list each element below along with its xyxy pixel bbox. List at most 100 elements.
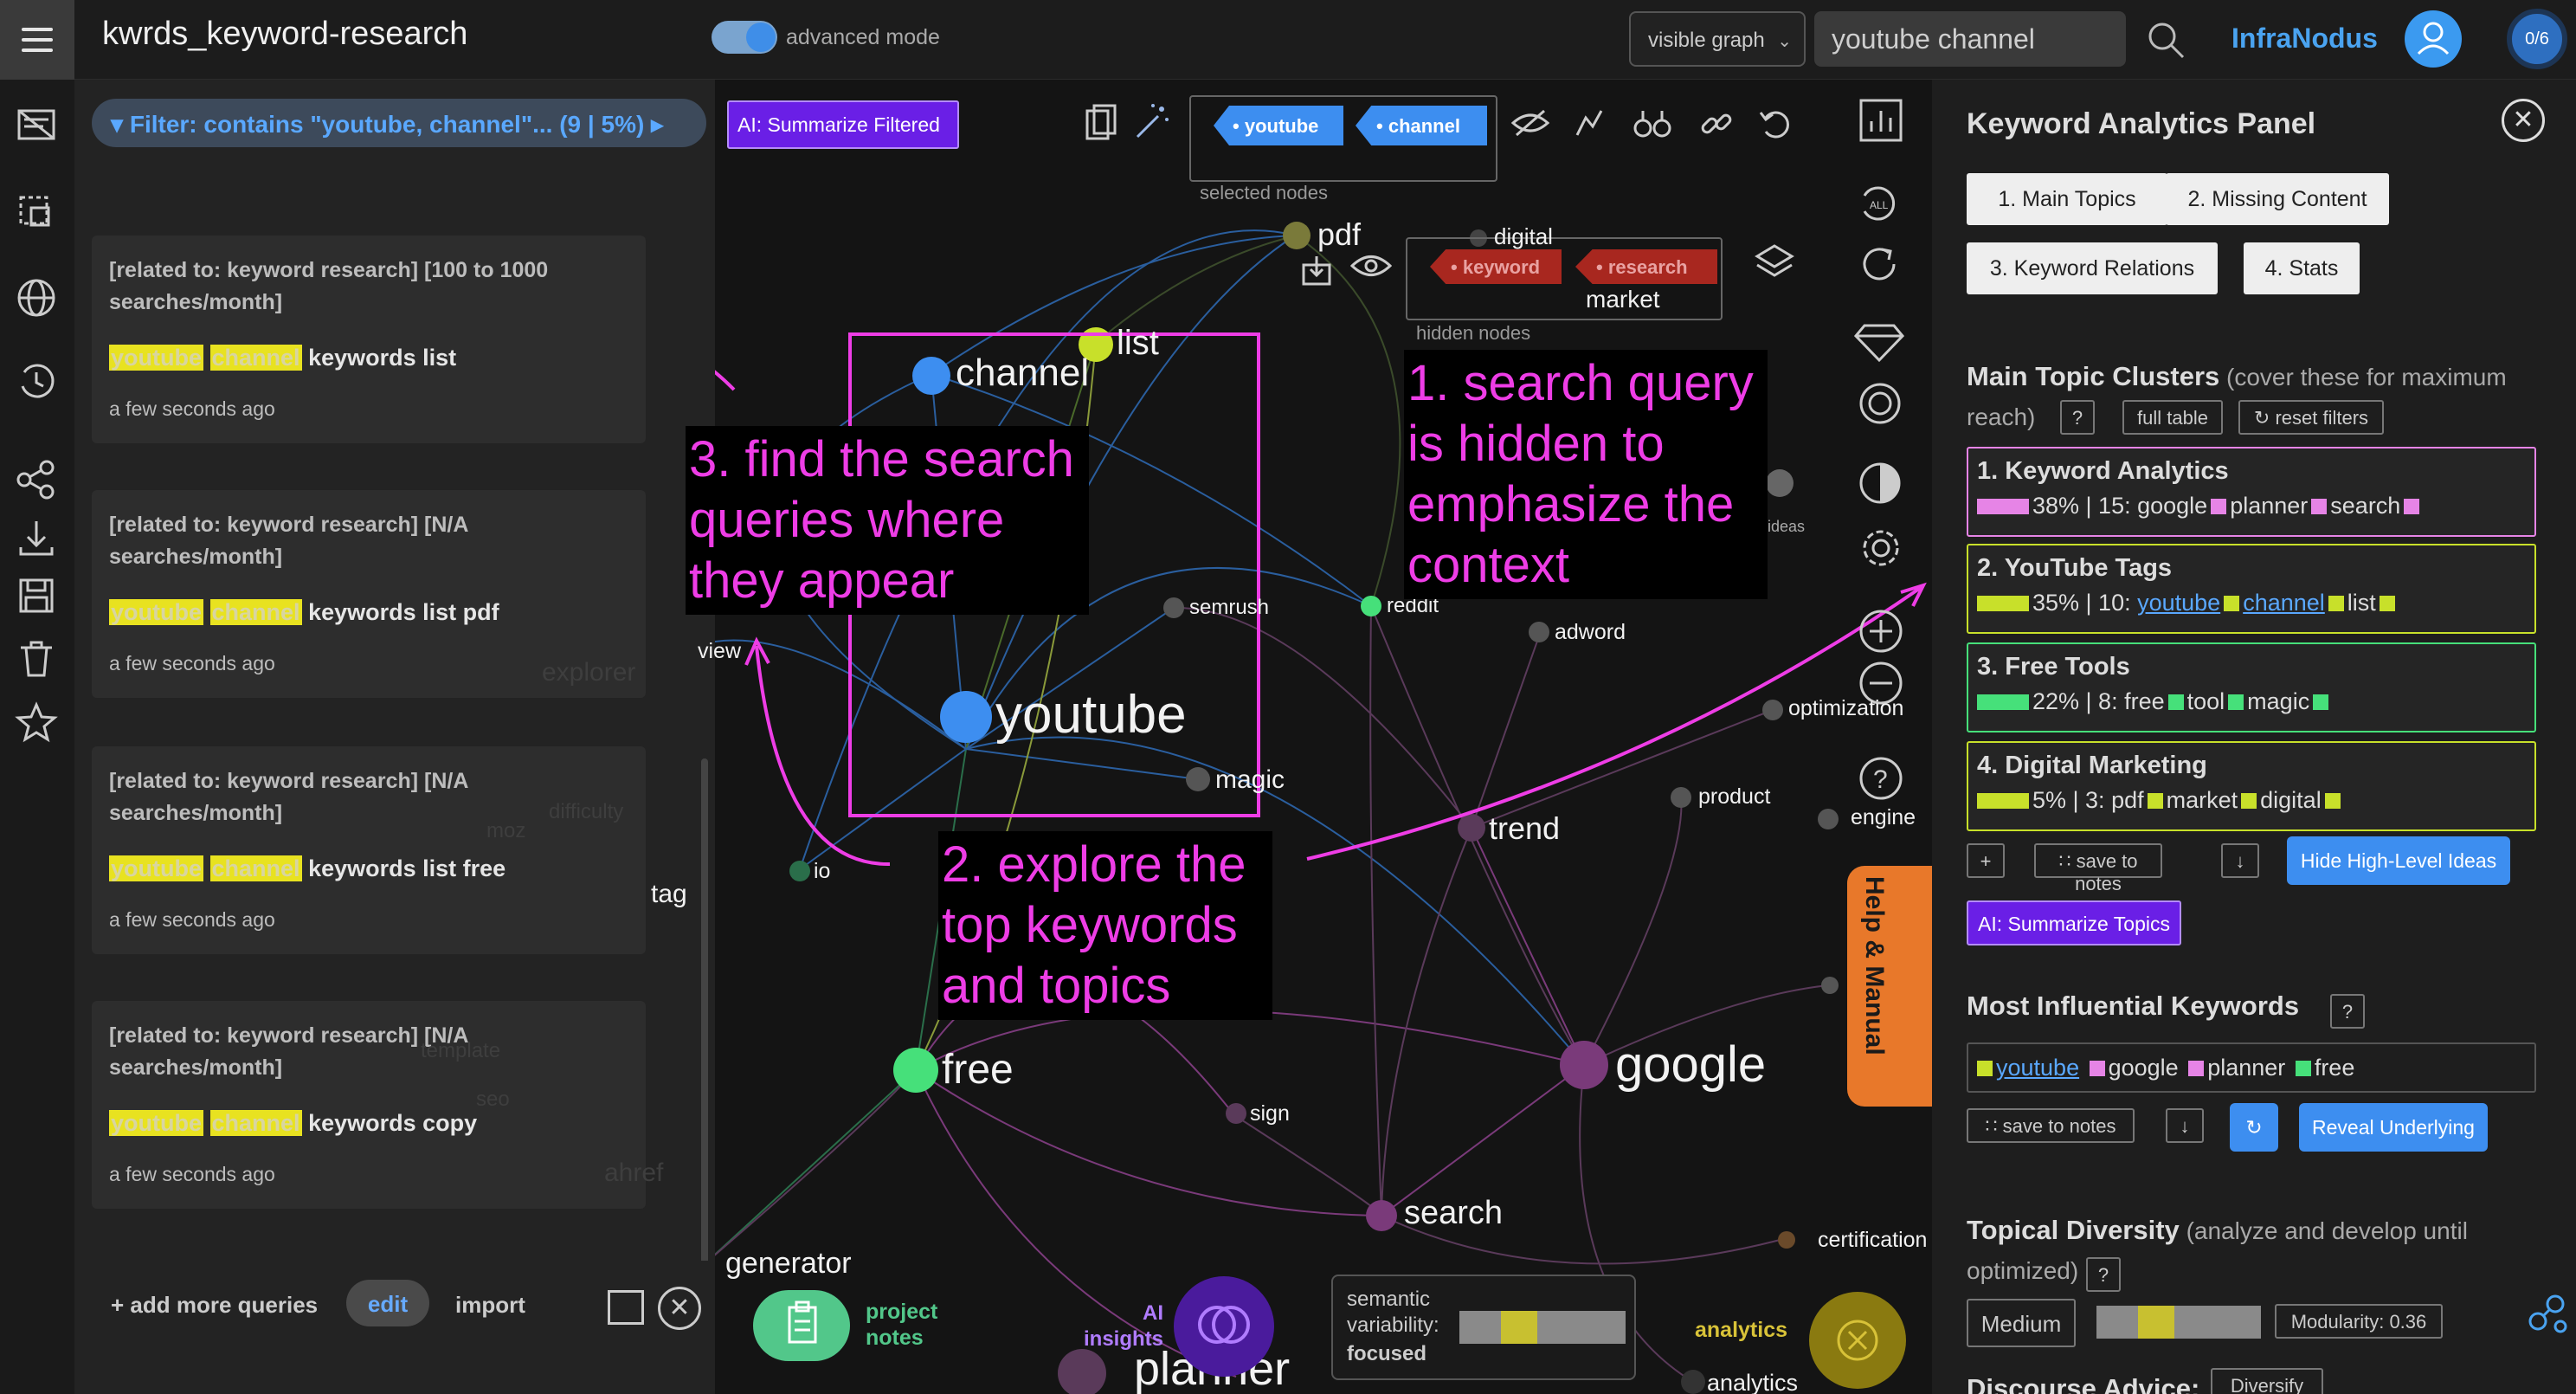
query-card[interactable]: [related to: keyword research] [100 to 1… [92, 236, 646, 443]
advanced-mode-toggle[interactable] [712, 21, 777, 54]
node-engine[interactable]: engine [1851, 805, 1916, 830]
cluster-free-tools[interactable]: 3. Free Tools 22% | 8: free tool magic [1967, 642, 2536, 732]
ai-insights-button[interactable] [1174, 1276, 1274, 1377]
cluster-youtube-tags[interactable]: 2. YouTube Tags 35% | 10: youtube channel… [1967, 544, 2536, 634]
node-search[interactable]: search [1404, 1195, 1503, 1232]
help-icon[interactable]: ? [1858, 755, 1904, 802]
node-tag[interactable]: tag [651, 880, 687, 909]
contrast-icon[interactable] [1858, 461, 1903, 506]
download-icon[interactable] [12, 514, 61, 563]
add-more-queries-button[interactable]: + add more queries [111, 1292, 318, 1319]
node-trend[interactable]: trend [1489, 810, 1560, 847]
node-list[interactable]: list [1117, 324, 1159, 363]
node-market[interactable]: market [1586, 286, 1660, 313]
cluster-digital-marketing[interactable]: 4. Digital Marketing 5% | 3: pdf market di… [1967, 741, 2536, 831]
node-adword[interactable]: adword [1555, 620, 1626, 645]
project-notes-label[interactable]: project notes [866, 1299, 961, 1351]
brand-logo[interactable]: InfraNodus [2231, 23, 2378, 55]
influential-keyword[interactable]: google [2109, 1055, 2179, 1081]
zoom-in-icon[interactable] [1858, 608, 1904, 655]
node-channel[interactable]: channel [956, 352, 1089, 395]
node-free[interactable]: free [942, 1046, 1014, 1094]
node-view[interactable]: view [698, 639, 741, 664]
undo-icon[interactable] [1757, 106, 1795, 142]
help-button[interactable]: ? [2330, 994, 2365, 1029]
path-icon[interactable] [1574, 106, 1605, 140]
share-icon[interactable] [12, 455, 61, 504]
query-card[interactable]: [related to: keyword research] [N/A sear… [92, 1001, 646, 1209]
network-icon[interactable] [2522, 1288, 2571, 1337]
node-ahref[interactable]: ahref [604, 1158, 663, 1188]
user-avatar[interactable] [2405, 10, 2462, 68]
diamond-icon[interactable] [1854, 322, 1904, 364]
save-keywords-to-notes-button[interactable]: ∷ save to notes [1967, 1108, 2135, 1143]
search-icon[interactable] [2145, 19, 2188, 62]
reveal-underlying-button[interactable]: Reveal Underlying [2299, 1103, 2488, 1152]
add-topic-button[interactable]: + [1967, 843, 2005, 878]
ai-insights-label[interactable]: AI insights [1077, 1300, 1163, 1352]
edit-button[interactable]: edit [346, 1280, 429, 1326]
ai-summarize-topics-button[interactable]: AI: Summarize Topics [1967, 900, 2181, 945]
node-analytics-label[interactable]: analytics [1695, 1318, 1787, 1343]
reset-filters-button[interactable]: ↻ reset filters [2238, 400, 2384, 435]
query-card[interactable]: [related to: keyword research] [N/A sear… [92, 746, 646, 954]
node-optimization[interactable]: optimization [1788, 696, 1903, 721]
link-icon[interactable] [1698, 106, 1735, 142]
import-button[interactable]: import [455, 1292, 525, 1319]
node-io[interactable]: io [814, 859, 830, 884]
chart-icon[interactable] [1858, 97, 1904, 144]
settings-gear-icon[interactable] [1858, 525, 1904, 571]
influential-keyword[interactable]: youtube [1996, 1055, 2079, 1081]
binoculars-icon[interactable] [1633, 106, 1672, 140]
target-icon[interactable] [1858, 381, 1903, 426]
query-list-scrollbar[interactable] [701, 758, 708, 1269]
menu-icon[interactable] [0, 0, 74, 80]
node-moz[interactable]: moz [486, 819, 525, 843]
notifications-badge[interactable]: 0/6 [2507, 9, 2567, 69]
node-pdf[interactable]: pdf [1317, 216, 1361, 253]
star-icon[interactable] [12, 698, 61, 746]
eye-icon[interactable] [1350, 253, 1392, 279]
node-semrush[interactable]: semrush [1189, 596, 1269, 620]
cluster-keyword-analytics[interactable]: 1. Keyword Analytics 38% | 15: google pla… [1967, 447, 2536, 537]
panel-close-icon[interactable]: ✕ [2502, 99, 2545, 142]
history-icon[interactable] [12, 357, 61, 405]
help-manual-tab[interactable]: Help & Manual [1847, 866, 1932, 1107]
selected-node-tag[interactable]: • youtube [1214, 106, 1343, 145]
refresh-keywords-button[interactable]: ↻ [2230, 1103, 2278, 1152]
download-graph-icon[interactable] [1300, 253, 1333, 287]
close-icon[interactable]: ✕ [658, 1287, 701, 1330]
trash-icon[interactable] [12, 636, 61, 684]
save-icon[interactable] [12, 571, 61, 620]
hidden-node-tag[interactable]: • keyword [1430, 249, 1562, 284]
selected-node-tag[interactable]: • channel [1356, 106, 1487, 145]
download-topics-button[interactable]: ↓ [2221, 843, 2259, 878]
text-editor-icon[interactable] [12, 100, 61, 149]
magic-wand-icon[interactable] [1132, 100, 1170, 142]
node-magic[interactable]: magic [1215, 765, 1285, 795]
node-generator[interactable]: generator [725, 1247, 852, 1281]
refresh-icon[interactable] [1856, 241, 1903, 287]
hide-icon[interactable] [1511, 106, 1549, 140]
save-topics-to-notes-button[interactable]: ∷ save to notes [2034, 843, 2162, 894]
project-notes-button[interactable] [753, 1290, 850, 1361]
tab-missing-content[interactable]: 2. Missing Content [2166, 173, 2389, 225]
close-filter-button[interactable] [1809, 1292, 1906, 1389]
full-table-button[interactable]: full table [2122, 400, 2223, 435]
graph-view-select[interactable]: visible graph ⌄ [1629, 11, 1806, 67]
maximize-icon[interactable] [608, 1290, 644, 1325]
show-all-icon[interactable]: ALL [1854, 182, 1903, 225]
filter-pill[interactable]: ▾ Filter: contains "youtube, channel"...… [92, 99, 706, 147]
node-analytics[interactable]: analytics [1707, 1370, 1798, 1394]
node-template[interactable]: template [421, 1039, 500, 1063]
node-explorer[interactable]: explorer [542, 658, 635, 687]
hidden-node-tag[interactable]: • research [1575, 249, 1717, 284]
influential-keyword[interactable]: free [2315, 1055, 2355, 1081]
select-area-icon[interactable] [12, 189, 61, 237]
globe-icon[interactable] [12, 274, 61, 322]
node-digital[interactable]: digital [1494, 223, 1553, 250]
search-input[interactable]: youtube channel [1814, 11, 2126, 67]
hide-high-level-ideas-button[interactable]: Hide High-Level Ideas [2287, 836, 2510, 885]
tab-stats[interactable]: 4. Stats [2244, 242, 2360, 294]
help-button[interactable]: ? [2060, 400, 2095, 435]
